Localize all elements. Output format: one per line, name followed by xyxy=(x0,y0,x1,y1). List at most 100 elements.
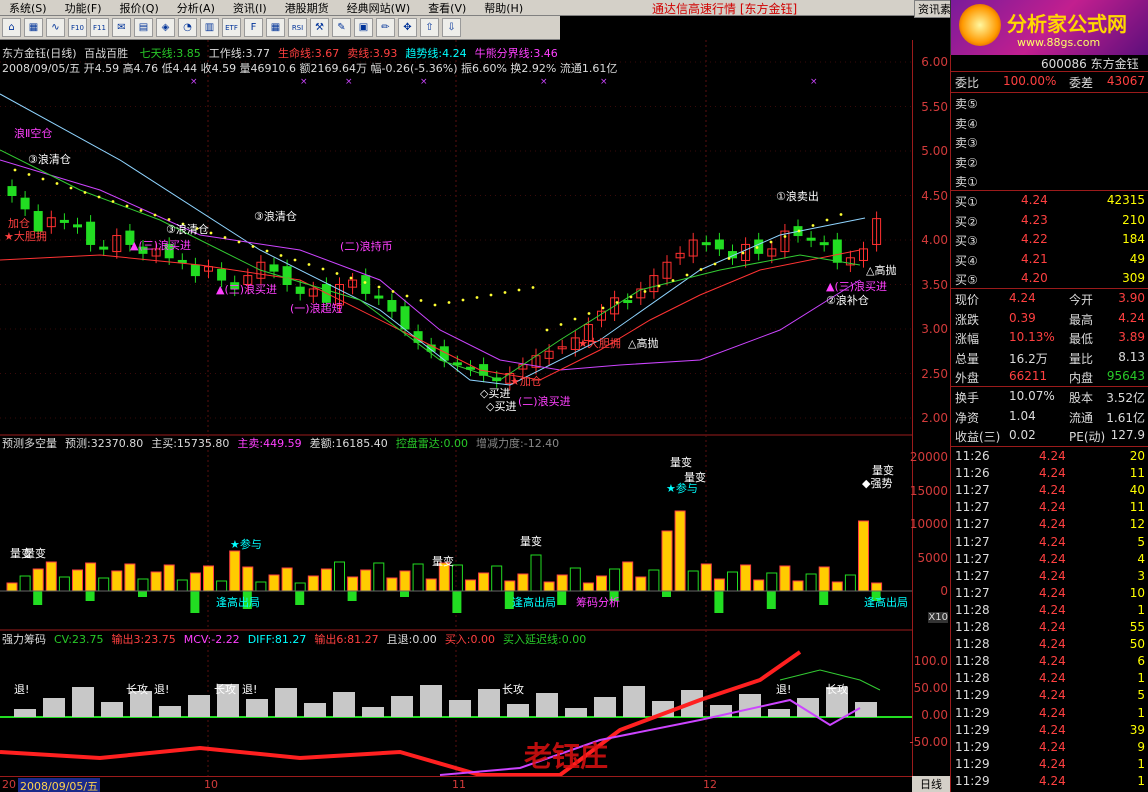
fundamental-value: 3.52亿 xyxy=(1106,391,1145,405)
site-logo: 分析家公式网 www.88gs.com xyxy=(950,0,1148,55)
tools-icon[interactable]: ⚒ xyxy=(310,18,329,37)
volume-bar xyxy=(307,575,319,592)
menu-quote[interactable]: 报价(Q) xyxy=(111,0,168,16)
candle-body xyxy=(177,259,187,263)
volume-bar xyxy=(111,570,123,592)
volume-signal-label: ★参与 xyxy=(230,537,262,551)
rsi-icon[interactable]: RSI xyxy=(288,18,307,37)
etf-icon[interactable]: ETF xyxy=(222,18,241,37)
crosshair-icon[interactable]: ✥ xyxy=(398,18,417,37)
menu-websites[interactable]: 经典网站(W) xyxy=(338,0,419,16)
bars-icon[interactable]: ▥ xyxy=(200,18,219,37)
indicator-item: 趋势线:4.24 xyxy=(405,47,467,60)
box-icon[interactable]: ▣ xyxy=(354,18,373,37)
sell-line-dot xyxy=(97,195,101,199)
volume-bar xyxy=(98,577,110,592)
menu-info[interactable]: 资讯(I) xyxy=(224,0,276,16)
menu-hk-futures[interactable]: 港股期货 xyxy=(276,0,338,16)
volume-bar xyxy=(229,550,241,592)
sell-line-dot xyxy=(825,218,829,222)
volume-bar xyxy=(58,576,70,592)
tick-price: 4.24 xyxy=(1039,654,1066,669)
buy-row: 买④ 4.21 49 xyxy=(951,250,1148,269)
stat-label: 现价 xyxy=(955,293,980,307)
volume-bar xyxy=(360,569,372,592)
up-arrow-icon[interactable]: ⇧ xyxy=(420,18,439,37)
menu-analysis[interactable]: 分析(A) xyxy=(168,0,224,16)
tick-time: 11:27 xyxy=(955,500,990,515)
candle-body xyxy=(59,219,69,223)
sell-row: 卖⑤ xyxy=(951,93,1148,112)
volume-bar xyxy=(137,578,149,592)
tick-volume: 6 xyxy=(1137,654,1145,669)
tick-row: 11:29 4.24 1 xyxy=(951,772,1148,791)
price-tick: 3.00 xyxy=(921,322,948,336)
watermark-logo: 老钰庄 xyxy=(524,740,608,773)
envelope-icon[interactable]: ✉ xyxy=(112,18,131,37)
date-tick: 10 xyxy=(204,778,218,791)
volume-bar xyxy=(32,568,44,592)
candle-body xyxy=(361,275,371,294)
stock-code-label: 东方金钰(日线) xyxy=(2,47,77,60)
news-button[interactable]: 资讯素 xyxy=(914,0,955,18)
buy-level-label: 买① xyxy=(955,195,978,209)
candle-body xyxy=(832,239,842,263)
candle-body xyxy=(387,300,397,312)
signal-label: ★加仓 xyxy=(510,374,542,388)
buy-price: 4.20 xyxy=(1021,271,1048,285)
weibi-label: 委比 xyxy=(955,76,980,90)
volume-neg-bar xyxy=(819,591,829,605)
pie-icon[interactable]: ◔ xyxy=(178,18,197,37)
candle-body xyxy=(20,197,30,210)
menu-system[interactable]: 系统(S) xyxy=(0,0,56,16)
down-arrow-icon[interactable]: ⇩ xyxy=(442,18,461,37)
chart-area[interactable]: 浪Ⅱ空仓 ③浪清仓 加仓 ★大胆拥 ▲(三)浪买进 ▲(三)浪买进 ③浪清仓 ③浪清仓 (二)浪… xyxy=(0,40,912,780)
f10-icon[interactable]: F10 xyxy=(68,18,87,37)
sell-row: 卖③ xyxy=(951,132,1148,151)
f-icon[interactable]: F xyxy=(244,18,263,37)
volume-signal-label: ★参与 xyxy=(666,481,698,495)
bars2-icon[interactable]: ▦ xyxy=(266,18,285,37)
kline-chart-svg[interactable]: 浪Ⅱ空仓③浪清仓加仓★大胆拥▲(三)浪买进▲(三)浪买进③浪清仓③浪清仓(二)浪… xyxy=(0,40,912,780)
buy-volume: 42315 xyxy=(1106,193,1145,207)
tick-volume: 50 xyxy=(1129,637,1145,652)
stat-label: 内盘 xyxy=(1069,371,1094,385)
grid-icon[interactable]: ▦ xyxy=(24,18,43,37)
signal-label: ③浪清仓 xyxy=(254,209,297,223)
volume-tick: 20000 xyxy=(909,450,948,464)
sell-line-dot xyxy=(671,279,675,282)
menu-function[interactable]: 功能(F) xyxy=(56,0,111,16)
stat-label: 量比 xyxy=(1069,351,1094,366)
tick-price: 4.24 xyxy=(1039,585,1066,600)
fundamental-row: 净资 1.04 流通 1.61亿 xyxy=(951,407,1148,426)
tick-time: 11:27 xyxy=(955,534,990,549)
volume-bar xyxy=(844,574,856,592)
menu-view[interactable]: 查看(V) xyxy=(419,0,475,16)
sell-line-dot xyxy=(741,251,745,255)
line-chart-icon[interactable]: ∿ xyxy=(46,18,65,37)
candle-body xyxy=(217,268,227,281)
tick-price: 4.24 xyxy=(1039,671,1066,686)
stat-value: 0.39 xyxy=(1009,310,1036,325)
tick-price: 4.24 xyxy=(1039,568,1066,583)
tick-time: 11:29 xyxy=(955,739,990,754)
menu-help[interactable]: 帮助(H) xyxy=(475,0,532,16)
signal-label: ▲(三)浪买进 xyxy=(130,238,191,252)
sell-line-dot xyxy=(517,288,521,292)
doc-icon[interactable]: ▤ xyxy=(134,18,153,37)
pencil-icon[interactable]: ✏ xyxy=(376,18,395,37)
period-label[interactable]: 日线 xyxy=(912,776,950,792)
tick-price: 4.24 xyxy=(1039,483,1066,498)
signal-label: ◇买进 xyxy=(480,387,510,400)
settings-icon[interactable]: ◈ xyxy=(156,18,175,37)
volume-bar xyxy=(766,572,778,592)
sell-line-dot xyxy=(797,229,801,233)
f11-icon[interactable]: F11 xyxy=(90,18,109,37)
fundamental-label: 股本 xyxy=(1069,391,1094,405)
chip-bar xyxy=(275,688,297,717)
logo-emblem-icon xyxy=(959,4,1001,46)
home-icon[interactable]: ⌂ xyxy=(2,18,21,37)
chip-bar xyxy=(391,696,413,717)
tick-time: 11:28 xyxy=(955,654,990,669)
wrench-icon[interactable]: ✎ xyxy=(332,18,351,37)
